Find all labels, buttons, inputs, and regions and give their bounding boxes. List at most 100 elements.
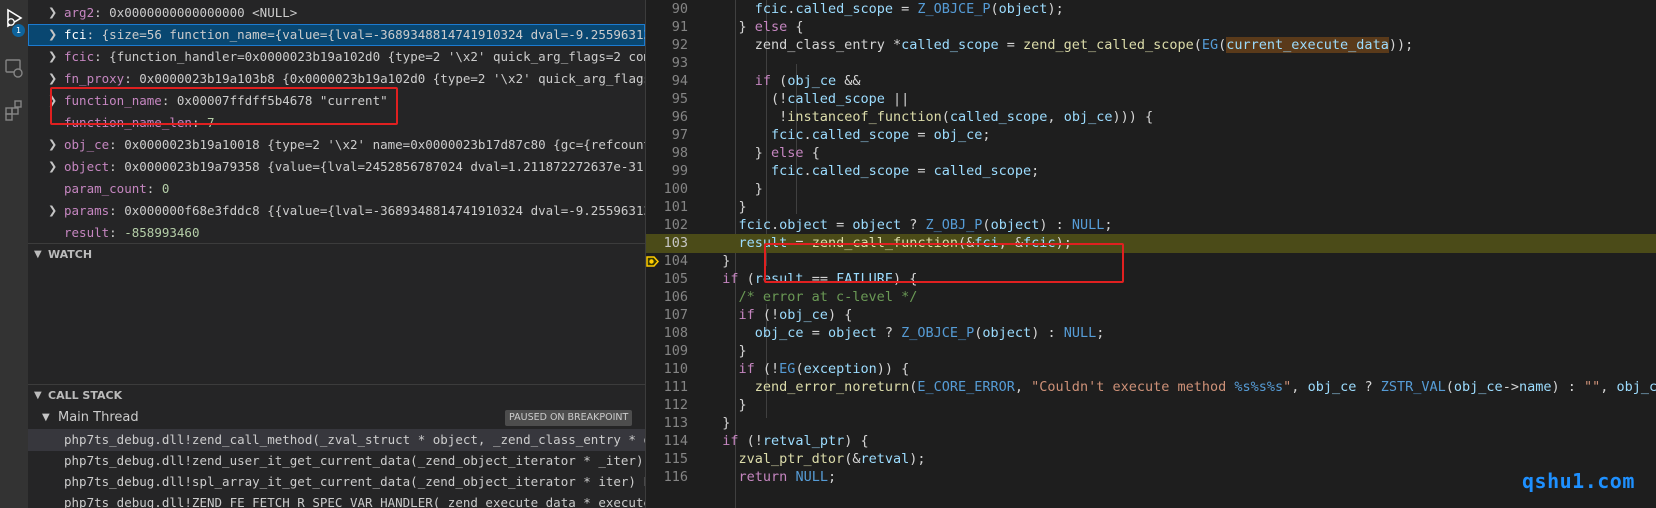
chevron-right-icon[interactable]: ❯ bbox=[48, 24, 60, 46]
code-line[interactable]: 97 fcic.called_scope = obj_ce; bbox=[646, 126, 1656, 145]
code-text: if (!EG(exception)) { bbox=[738, 361, 910, 377]
stack-frame[interactable]: php7ts_debug.dll!ZEND_FE_FETCH_R_SPEC_VA… bbox=[28, 492, 645, 508]
variable-value: {size=56 function_name={value={lval=-368… bbox=[101, 27, 645, 42]
chevron-down-icon: ▼ bbox=[34, 249, 42, 260]
code-line[interactable]: 106 /* error at c-level */ bbox=[646, 288, 1656, 307]
chevron-right-icon[interactable]: ❯ bbox=[48, 90, 60, 112]
extensions-icon[interactable] bbox=[0, 96, 28, 124]
line-number: 103 bbox=[663, 235, 688, 251]
chevron-right-icon[interactable]: ❯ bbox=[48, 46, 60, 68]
code-line[interactable]: 115 zval_ptr_dtor(&retval); bbox=[646, 450, 1656, 469]
thread-main[interactable]: ▼ Main Thread PAUSED ON BREAKPOINT bbox=[28, 407, 645, 429]
code-line[interactable]: 90 fcic.called_scope = Z_OBJCE_P(object)… bbox=[646, 0, 1656, 19]
debug-badge: 1 bbox=[12, 24, 25, 37]
code-line[interactable]: 104 } bbox=[646, 252, 1656, 271]
code-line[interactable]: 91 } else { bbox=[646, 18, 1656, 37]
watch-title: WATCH bbox=[48, 248, 93, 261]
code-line[interactable]: 94 if (obj_ce && bbox=[646, 72, 1656, 91]
stack-frame[interactable]: php7ts_debug.dll!spl_array_it_get_curren… bbox=[28, 471, 645, 493]
variable-name: fcic bbox=[64, 49, 95, 64]
line-number: 93 bbox=[671, 55, 688, 71]
call-stack-title: CALL STACK bbox=[48, 389, 123, 402]
variable-row[interactable]: function_name_len: 7 bbox=[28, 112, 645, 134]
call-stack-section-header[interactable]: ▼ CALL STACK bbox=[28, 384, 645, 406]
line-number: 101 bbox=[663, 199, 688, 215]
code-line[interactable]: 101 } bbox=[646, 198, 1656, 217]
variable-row[interactable]: ❯ fn_proxy: 0x0000023b19a103b8 {0x0000023… bbox=[28, 68, 645, 90]
variable-value: 0x0000023b19a10018 {type=2 '\x2' name=0x… bbox=[124, 137, 645, 152]
variable-row[interactable]: ❯ fcic: {function_handler=0x0000023b19a10… bbox=[28, 46, 645, 68]
variable-row[interactable]: ❯ object: 0x0000023b19a79358 {value={lval… bbox=[28, 156, 645, 178]
variable-name: result bbox=[64, 225, 110, 240]
code-text: } bbox=[738, 199, 747, 215]
line-number: 112 bbox=[663, 397, 688, 413]
stack-frame-label: php7ts_debug.dll!zend_call_method(_zval_… bbox=[64, 432, 645, 447]
code-text: fcic.called_scope = called_scope; bbox=[771, 163, 1040, 179]
code-line[interactable]: 92 zend_class_entry *called_scope = zend… bbox=[646, 36, 1656, 55]
remote-explorer-icon[interactable] bbox=[0, 54, 28, 82]
variable-row[interactable]: param_count: 0 bbox=[28, 178, 645, 200]
code-line[interactable]: 95 (!called_scope || bbox=[646, 90, 1656, 109]
line-number: 108 bbox=[663, 325, 688, 341]
variable-name: fci bbox=[64, 27, 87, 42]
code-line[interactable]: 99 fcic.called_scope = called_scope; bbox=[646, 162, 1656, 181]
code-editor[interactable]: 90 fcic.called_scope = Z_OBJCE_P(object)… bbox=[646, 0, 1656, 508]
code-line[interactable]: 96 !instanceof_function(called_scope, ob… bbox=[646, 108, 1656, 127]
code-line[interactable]: 93 bbox=[646, 54, 1656, 73]
variable-name: arg2 bbox=[64, 5, 95, 20]
variable-row[interactable]: ❯ function_name: 0x00007ffdff5b4678 "curr… bbox=[28, 90, 645, 112]
code-text: /* error at c-level */ bbox=[738, 289, 918, 305]
variable-value: -858993460 bbox=[124, 225, 200, 240]
chevron-right-icon[interactable]: ❯ bbox=[48, 68, 60, 90]
variable-value: 0x0000023b19a103b8 {0x0000023b19a102d0 {… bbox=[139, 71, 645, 86]
code-text: fcic.called_scope = Z_OBJCE_P(object); bbox=[754, 1, 1064, 17]
chevron-right-icon[interactable]: ❯ bbox=[48, 200, 60, 222]
line-number: 106 bbox=[663, 289, 688, 305]
code-text: obj_ce = object ? Z_OBJCE_P(object) : NU… bbox=[754, 325, 1105, 341]
line-number: 111 bbox=[663, 379, 688, 395]
variable-row[interactable]: ❯ obj_ce: 0x0000023b19a10018 {type=2 '\x2… bbox=[28, 134, 645, 156]
code-line[interactable]: 105 if (result == FAILURE) { bbox=[646, 270, 1656, 289]
code-line[interactable]: 109 } bbox=[646, 342, 1656, 361]
chevron-right-icon[interactable]: ❯ bbox=[48, 2, 60, 24]
stack-frame-label: php7ts_debug.dll!spl_array_it_get_curren… bbox=[64, 474, 645, 489]
code-line[interactable]: 113 } bbox=[646, 414, 1656, 433]
chevron-right-icon[interactable]: ❯ bbox=[48, 156, 60, 178]
variable-name: obj_ce bbox=[64, 137, 110, 152]
code-line[interactable]: 110 if (!EG(exception)) { bbox=[646, 360, 1656, 379]
variable-row[interactable]: ❯ params: 0x000000f68e3fddc8 {{value={lva… bbox=[28, 200, 645, 222]
stack-frame[interactable]: php7ts_debug.dll!zend_call_method(_zval_… bbox=[28, 429, 645, 451]
variable-value: {function_handler=0x0000023b19a102d0 {ty… bbox=[109, 49, 645, 64]
activity-bar: 1 bbox=[0, 0, 28, 508]
line-number: 96 bbox=[671, 109, 688, 125]
code-text: if (result == FAILURE) { bbox=[722, 271, 918, 287]
variable-name: param_count bbox=[64, 181, 147, 196]
variable-value: 0x0000000000000000 <NULL> bbox=[109, 5, 298, 20]
code-text: } bbox=[738, 397, 747, 413]
code-line[interactable]: 107 if (!obj_ce) { bbox=[646, 306, 1656, 325]
code-text: if (!retval_ptr) { bbox=[722, 433, 869, 449]
code-line[interactable]: 102 fcic.object = object ? Z_OBJ_P(objec… bbox=[646, 216, 1656, 235]
line-number: 98 bbox=[671, 145, 688, 161]
variable-name: function_name_len bbox=[64, 115, 192, 130]
variable-row[interactable]: ❯ fci: {size=56 function_name={value={lva… bbox=[28, 24, 645, 46]
code-text: } bbox=[722, 253, 731, 269]
variable-row[interactable]: ❯ arg2: 0x0000000000000000 <NULL> bbox=[28, 2, 645, 24]
variable-name: function_name bbox=[64, 93, 162, 108]
chevron-down-icon: ▼ bbox=[34, 390, 42, 401]
variable-name: object bbox=[64, 159, 110, 174]
watch-section-header[interactable]: ▼ WATCH bbox=[28, 243, 645, 265]
stack-frame[interactable]: php7ts_debug.dll!zend_user_it_get_curren… bbox=[28, 450, 645, 472]
chevron-right-icon[interactable]: ❯ bbox=[48, 134, 60, 156]
code-line[interactable]: 116 return NULL; bbox=[646, 468, 1656, 487]
stack-frame-label: php7ts_debug.dll!zend_user_it_get_curren… bbox=[64, 453, 645, 468]
code-line[interactable]: 108 obj_ce = object ? Z_OBJCE_P(object) … bbox=[646, 324, 1656, 343]
variable-row[interactable]: result: -858993460 bbox=[28, 222, 645, 244]
code-line[interactable]: 111 zend_error_noreturn(E_CORE_ERROR, "C… bbox=[646, 378, 1656, 397]
code-line[interactable]: 100 } bbox=[646, 180, 1656, 199]
code-line[interactable]: 103 result = zend_call_function(&fci, &f… bbox=[646, 234, 1656, 253]
code-line[interactable]: 98 } else { bbox=[646, 144, 1656, 163]
variable-value: 0x000000f68e3fddc8 {{value={lval=-368934… bbox=[124, 203, 645, 218]
code-line[interactable]: 114 if (!retval_ptr) { bbox=[646, 432, 1656, 451]
code-line[interactable]: 112 } bbox=[646, 396, 1656, 415]
